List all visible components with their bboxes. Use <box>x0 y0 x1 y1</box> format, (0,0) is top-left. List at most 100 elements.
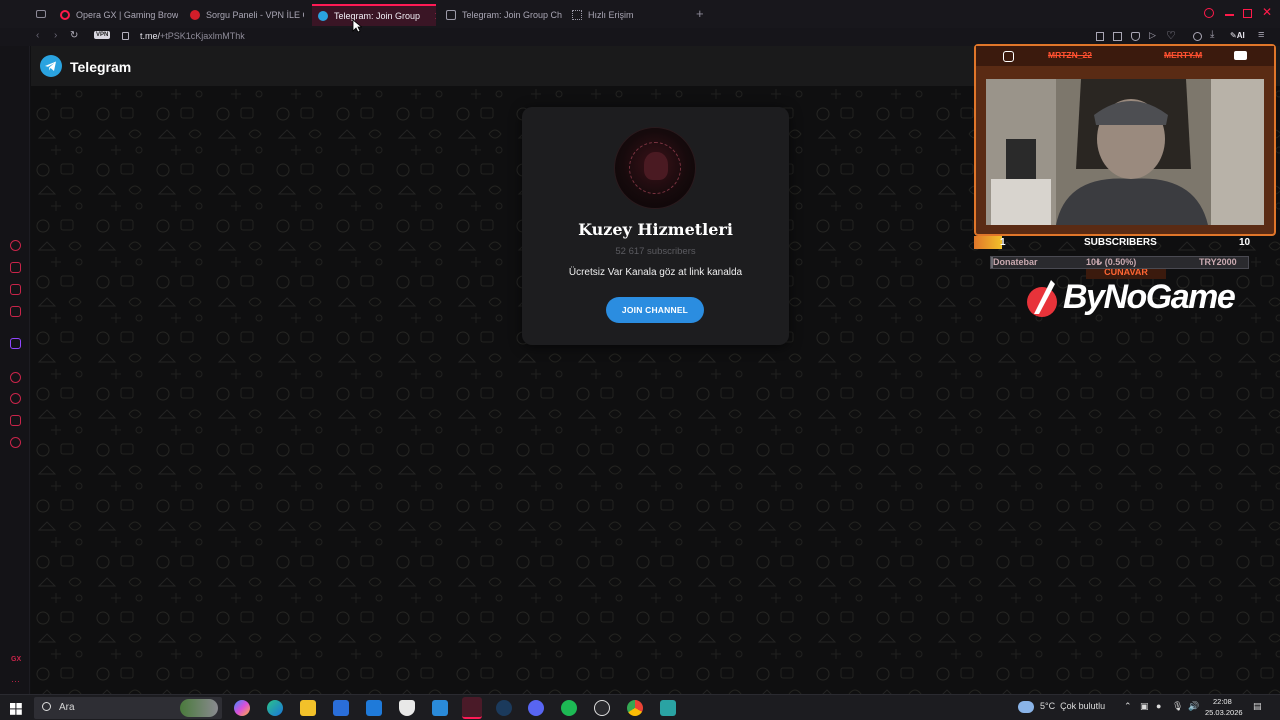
bynogame-wordmark: ByNoGame <box>1063 278 1236 316</box>
microphone-icon[interactable]: 🎙 <box>1172 701 1183 712</box>
play-icon[interactable]: ▷ <box>1149 30 1156 41</box>
channel-name: Kuzey Hizmetleri <box>578 220 733 239</box>
weather-text[interactable]: 5°C Çok bulutlu <box>1040 701 1105 711</box>
app-icon[interactable] <box>660 700 676 716</box>
subs-target: 10 <box>1239 237 1251 248</box>
twitch-icon[interactable] <box>10 338 21 349</box>
aria-ai-icon[interactable]: ✎AI <box>1230 31 1245 40</box>
shield-icon[interactable] <box>1131 32 1140 41</box>
clock-time[interactable]: 22:08 <box>1213 697 1232 706</box>
reload-icon[interactable]: ↻ <box>70 30 78 41</box>
copilot-icon[interactable] <box>234 700 250 716</box>
outlook-icon[interactable] <box>366 700 382 716</box>
turkish-flag-icon <box>190 10 200 20</box>
volume-icon[interactable]: 🔊 <box>1188 701 1199 712</box>
subs-label: SUBSCRIBERS <box>1084 237 1157 248</box>
back-icon[interactable]: ‹ <box>36 30 39 41</box>
search-tabs-icon[interactable] <box>1204 8 1214 18</box>
channel-avatar <box>614 127 696 209</box>
webcam-overlay: MRTZN_22 MERTY.M CUNAVAR <box>974 44 1276 279</box>
tab-sorgu-paneli[interactable]: Sorgu Paneli - VPN İLE Gİ <box>184 4 304 26</box>
donate-target: TRY2000 <box>1199 257 1237 267</box>
url-input[interactable]: t.me/+tPSK1cKjaxlmMThk <box>140 31 245 41</box>
telegram-logo-icon[interactable] <box>40 55 62 77</box>
tab-label: Sorgu Paneli - VPN İLE Gİ <box>206 10 304 20</box>
opera-gx-taskbar-icon[interactable] <box>462 697 482 719</box>
obs-icon[interactable] <box>594 700 610 716</box>
subs-current: 1 <box>1000 237 1006 248</box>
file-explorer-icon[interactable] <box>300 700 316 716</box>
gx-control-icon[interactable] <box>10 240 21 251</box>
settings-icon[interactable] <box>10 437 21 448</box>
webcam-top-bar: MRTZN_22 MERTY.M <box>976 46 1274 66</box>
donate-goal-bar: Donatebar 10₺ (0.50%) TRY2000 <box>990 256 1249 269</box>
send-icon[interactable] <box>10 415 21 426</box>
notifications-icon[interactable]: ▤ <box>1253 701 1262 712</box>
join-channel-button[interactable]: JOIN CHANNEL <box>606 297 704 323</box>
lock-icon[interactable] <box>122 32 129 40</box>
avatar-emblem <box>644 152 668 180</box>
channel-description: Ücretsiz Var Kanala göz at link kanalda <box>568 267 743 278</box>
tab-telegram-join-group-chat[interactable]: Telegram: Join Group Cha <box>440 4 562 26</box>
webcam-placeholder <box>986 79 1264 225</box>
tray-overflow-icon[interactable]: ⌃ <box>1124 701 1132 712</box>
account-icon[interactable] <box>1193 32 1202 41</box>
donate-label: Donatebar <box>993 257 1038 267</box>
heart-icon[interactable]: ♡ <box>1166 29 1176 42</box>
store-icon[interactable] <box>333 700 349 716</box>
weather-icon[interactable] <box>1018 701 1034 713</box>
more-icon[interactable]: ··· <box>11 676 20 686</box>
gx-corner-icon[interactable] <box>10 262 21 273</box>
opera-favicon-icon <box>60 10 70 20</box>
forward-icon[interactable]: › <box>54 30 57 41</box>
ai-label: AI <box>1236 31 1245 40</box>
tab-label: Opera GX | Gaming Browse <box>76 10 178 20</box>
tab-speed-dial[interactable]: Hızlı Erişim <box>566 4 666 26</box>
tab-telegram-join-group[interactable]: Telegram: Join Group ✕ <box>312 4 436 26</box>
start-button[interactable] <box>10 702 22 715</box>
download-icon[interactable]: ⤓ <box>1210 29 1214 40</box>
bynogame-logo: ByNoGame <box>1025 276 1255 322</box>
maximize-button[interactable] <box>1243 9 1252 18</box>
steam-icon[interactable] <box>496 700 512 716</box>
discord-icon[interactable] <box>528 700 544 716</box>
easy-setup-icon[interactable]: ≡ <box>1258 29 1264 41</box>
tray-vpn-icon[interactable]: ● <box>1156 701 1161 711</box>
new-tab-button[interactable]: + <box>696 7 704 20</box>
subs-bar-accent <box>974 236 1002 249</box>
play-icon[interactable] <box>10 372 21 383</box>
tray-app-icon[interactable]: ▣ <box>1140 701 1149 712</box>
telegram-title[interactable]: Telegram <box>70 59 131 75</box>
security-icon[interactable] <box>399 700 415 716</box>
player-icon[interactable] <box>10 306 21 317</box>
close-window-button[interactable]: ✕ <box>1262 5 1272 19</box>
tab-menu-icon[interactable] <box>36 10 46 18</box>
windows-logo-icon <box>10 703 22 715</box>
subscriber-count: 52 617 subscribers <box>615 246 696 257</box>
url-path: +tPSK1cKjaxlmMThk <box>160 31 245 41</box>
clock-date[interactable]: 25.03.2026 <box>1205 708 1243 717</box>
mouse-cursor-icon <box>352 19 362 33</box>
tab-label: Telegram: Join Group <box>334 11 421 21</box>
windows-taskbar: Ara 5°C Çok bulutlu ⌃ ▣ ● 🎙 🔊 22:08 25.0… <box>0 694 1280 720</box>
bynogame-mark-icon <box>1027 280 1057 317</box>
search-highlight-icon <box>180 699 218 717</box>
donate-amount: 10₺ (0.50%) <box>1086 257 1137 267</box>
close-tab-icon[interactable]: ✕ <box>434 10 436 23</box>
instagram-icon <box>1003 51 1014 62</box>
chrome-icon[interactable] <box>627 700 643 716</box>
messenger-icon[interactable] <box>10 284 21 295</box>
taskbar-search[interactable]: Ara <box>34 697 222 719</box>
teams-icon[interactable] <box>432 700 448 716</box>
page-favicon-icon <box>446 10 456 20</box>
tab-opera-gx[interactable]: Opera GX | Gaming Browse <box>54 4 178 26</box>
window-icon[interactable] <box>1113 32 1122 41</box>
minimize-button[interactable] <box>1225 14 1234 16</box>
history-icon[interactable] <box>10 393 21 404</box>
snapshot-icon[interactable] <box>1096 32 1104 41</box>
vpn-badge[interactable]: VPN <box>94 31 111 39</box>
url-host: t.me/ <box>140 31 161 41</box>
gx-label-icon[interactable]: GX <box>11 656 21 663</box>
edge-icon[interactable] <box>267 700 283 716</box>
spotify-icon[interactable] <box>561 700 577 716</box>
